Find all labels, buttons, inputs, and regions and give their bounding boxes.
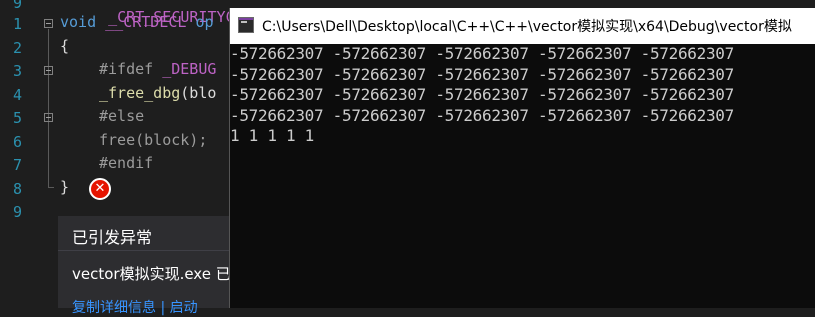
line-number: 1	[12, 15, 22, 33]
free-args: (block);	[135, 131, 208, 149]
console-output[interactable]: -572662307 -572662307 -572662307 -572662…	[230, 44, 815, 147]
free-dbg-args: (blo	[180, 84, 217, 102]
crtdecl-macro: __CRTDECL	[105, 13, 187, 31]
free-dbg-call: _free_dbg	[99, 84, 181, 102]
output-line: -572662307 -572662307 -572662307 -572662…	[230, 85, 734, 104]
debug-macro: _DEBUG	[162, 60, 217, 78]
code-line: {	[60, 37, 70, 55]
code-line: void __CRTDECL op	[60, 13, 214, 31]
output-line: -572662307 -572662307 -572662307 -572662…	[230, 64, 734, 84]
output-line: -572662307 -572662307 -572662307 -572662…	[230, 44, 734, 63]
exception-divider	[58, 250, 233, 251]
code-line: }	[60, 178, 70, 196]
line-number: 2	[12, 39, 22, 57]
fold-end	[48, 187, 54, 188]
exception-title: 已引发异常	[72, 228, 153, 247]
output-line: 1 1 1 1 1	[230, 126, 314, 145]
output-line: -572662307 -572662307 -572662307 -572662…	[230, 105, 734, 125]
code-line: #ifdef _DEBUG	[99, 60, 216, 78]
exception-links[interactable]: 复制详细信息 | 启动	[72, 297, 198, 317]
console-app-icon	[238, 17, 254, 33]
collapse-ifdef-icon[interactable]	[44, 66, 53, 75]
console-titlebar[interactable]: C:\Users\Dell\Desktop\local\C++\C++\vect…	[230, 8, 815, 44]
console-window[interactable]: C:\Users\Dell\Desktop\local\C++\C++\vect…	[229, 8, 815, 308]
fold-guide	[48, 29, 49, 187]
collapse-function-icon[interactable]	[44, 19, 53, 28]
console-title: C:\Users\Dell\Desktop\local\C++\C++\vect…	[262, 19, 792, 35]
line-number: 4	[12, 86, 22, 104]
error-icon[interactable]: ✕	[89, 178, 111, 200]
else-directive: #else	[99, 107, 145, 125]
free-call: free	[99, 131, 136, 149]
void-keyword: void	[60, 13, 97, 31]
line-number: 8	[12, 180, 22, 198]
code-line: #endif	[99, 154, 153, 172]
collapse-else-icon[interactable]	[44, 113, 53, 122]
operator-keyword: op	[195, 13, 214, 31]
code-line: #else	[99, 107, 144, 125]
code-line: free(block);	[99, 131, 207, 149]
code-line: _free_dbg(blo	[99, 84, 216, 102]
line-number: 9	[12, 203, 22, 221]
ifdef-directive: #ifdef	[99, 60, 154, 78]
line-number: 3	[12, 62, 22, 80]
line-number: 5	[12, 109, 22, 127]
line-number: 6	[12, 133, 22, 151]
endif-directive: #endif	[99, 154, 154, 172]
line-number: 7	[12, 156, 22, 174]
exception-message: vector模拟实现.exe 已	[72, 265, 231, 283]
